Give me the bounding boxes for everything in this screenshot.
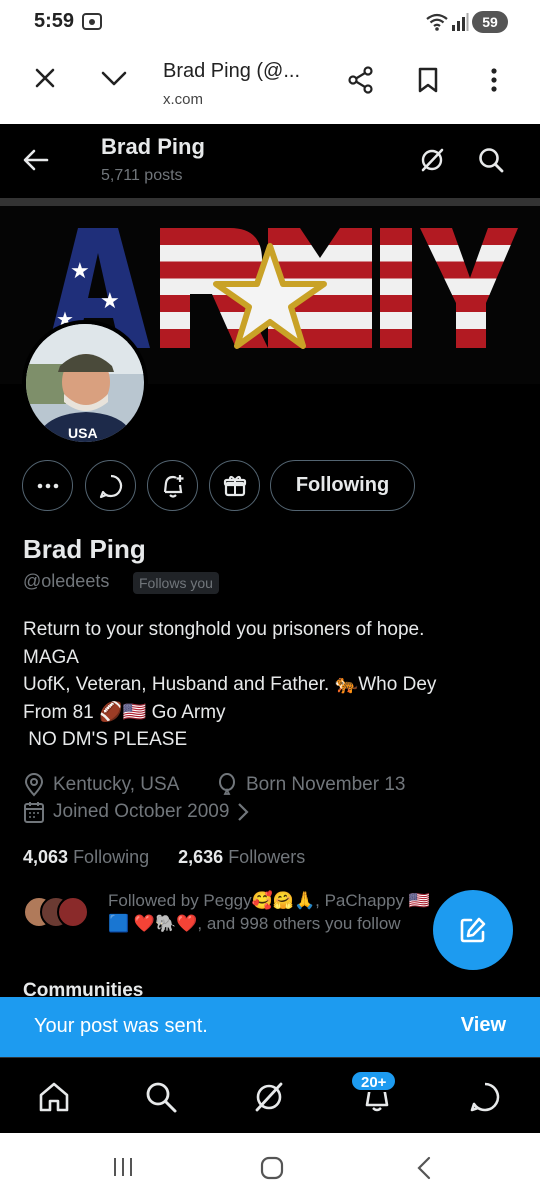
- following-count: 4,063: [23, 847, 69, 867]
- bookmark-icon[interactable]: [416, 66, 440, 94]
- followers-link[interactable]: 2,636 Followers: [178, 847, 305, 867]
- screen-record-icon: [82, 13, 102, 30]
- follow-counts: 4,063 Following 2,636 Followers: [23, 847, 305, 868]
- message-icon: [99, 474, 122, 498]
- more-vertical-icon[interactable]: [488, 66, 500, 94]
- wifi-icon: [426, 13, 448, 31]
- following-button[interactable]: Following: [270, 460, 415, 511]
- explore-search-icon[interactable]: [144, 1080, 178, 1114]
- following-label: Following: [73, 847, 150, 867]
- close-icon[interactable]: [33, 66, 57, 90]
- back-button-icon[interactable]: [414, 1155, 434, 1181]
- chevron-down-icon[interactable]: [100, 66, 128, 90]
- svg-text:USA: USA: [68, 425, 98, 441]
- page-title: Brad Ping (@...: [163, 60, 301, 82]
- back-arrow-icon[interactable]: [22, 146, 50, 174]
- avatar-photo: USA: [26, 324, 144, 442]
- notifications-badge: 20+: [350, 1070, 398, 1092]
- profile-handle: @oledeets: [23, 571, 110, 591]
- bio-line: Return to your stonghold you prisoners o…: [23, 619, 425, 640]
- followers-count: 2,636: [178, 847, 224, 867]
- header-name: Brad Ping: [101, 134, 205, 159]
- bio-line: UofK, Veteran, Husband and Father. 🐅Who …: [23, 674, 437, 696]
- home-button-icon[interactable]: [259, 1155, 285, 1181]
- avatar[interactable]: USA: [22, 320, 148, 446]
- status-time: 5:59: [34, 10, 75, 32]
- svg-text:★: ★: [70, 259, 90, 284]
- bio-line: MAGA: [23, 646, 79, 668]
- bio-line: From 81 🏈🇺🇸 Go Army: [23, 701, 226, 723]
- birthday-icon: [219, 773, 235, 795]
- following-link[interactable]: 4,063 Following: [23, 847, 149, 867]
- bottom-navigation: 20+: [0, 1057, 540, 1133]
- more-options-button[interactable]: [22, 460, 73, 511]
- joined-text: Joined October 2009: [53, 801, 230, 822]
- gift-button[interactable]: [209, 460, 260, 511]
- status-bar: 5:59 59: [0, 0, 540, 44]
- header-post-count: 5,711 posts: [101, 167, 183, 184]
- share-icon[interactable]: [347, 66, 375, 94]
- grok-nav-icon[interactable]: [252, 1080, 286, 1114]
- more-horizontal-icon: [37, 483, 58, 488]
- home-icon[interactable]: [37, 1080, 71, 1114]
- location-text: Kentucky, USA: [53, 774, 180, 795]
- follows-you-badge: Follows you: [133, 572, 219, 594]
- signal-icon: [452, 13, 469, 31]
- profile-bio: Return to your stonghold you prisoners o…: [23, 616, 523, 754]
- recent-apps-icon[interactable]: [111, 1155, 135, 1179]
- post-sent-toast: Your post was sent. View: [0, 997, 540, 1057]
- gift-icon: [223, 475, 246, 496]
- compose-icon: [460, 917, 486, 943]
- location-icon: [24, 773, 44, 797]
- bio-line: NO DM'S PLEASE: [23, 729, 188, 751]
- profile-birthday: Born November 13: [216, 773, 405, 797]
- grok-icon[interactable]: [418, 146, 446, 174]
- system-navigation: [0, 1133, 540, 1200]
- notify-add-icon: [163, 474, 183, 498]
- followers-label: Followers: [228, 847, 306, 867]
- toast-view-button[interactable]: View: [461, 1014, 506, 1037]
- messages-icon[interactable]: [468, 1080, 502, 1114]
- calendar-icon: [24, 802, 44, 823]
- follower-avatar: [57, 896, 89, 928]
- notifications-button[interactable]: [147, 460, 198, 511]
- browser-toolbar: Brad Ping (@... x.com: [0, 44, 540, 124]
- profile-location: Kentucky, USA: [23, 773, 179, 797]
- svg-text:★: ★: [100, 289, 120, 314]
- compose-button[interactable]: [433, 890, 513, 970]
- profile-display-name: Brad Ping: [23, 534, 146, 564]
- birthday-text: Born November 13: [246, 774, 406, 795]
- followed-by-text[interactable]: Followed by Peggy🥰🤗🙏, PaChappy 🇺🇸🟦 ❤️🐘❤️…: [108, 889, 438, 935]
- search-icon[interactable]: [477, 146, 505, 174]
- profile-joined[interactable]: Joined October 2009: [23, 800, 257, 824]
- chevron-right-icon: [238, 803, 249, 821]
- page-url[interactable]: x.com: [163, 91, 203, 108]
- battery-indicator: 59: [472, 11, 508, 33]
- profile-header: Brad Ping 5,711 posts: [0, 124, 540, 198]
- message-button[interactable]: [85, 460, 136, 511]
- followed-by-avatars: [23, 896, 89, 928]
- toast-message: Your post was sent.: [34, 1015, 208, 1037]
